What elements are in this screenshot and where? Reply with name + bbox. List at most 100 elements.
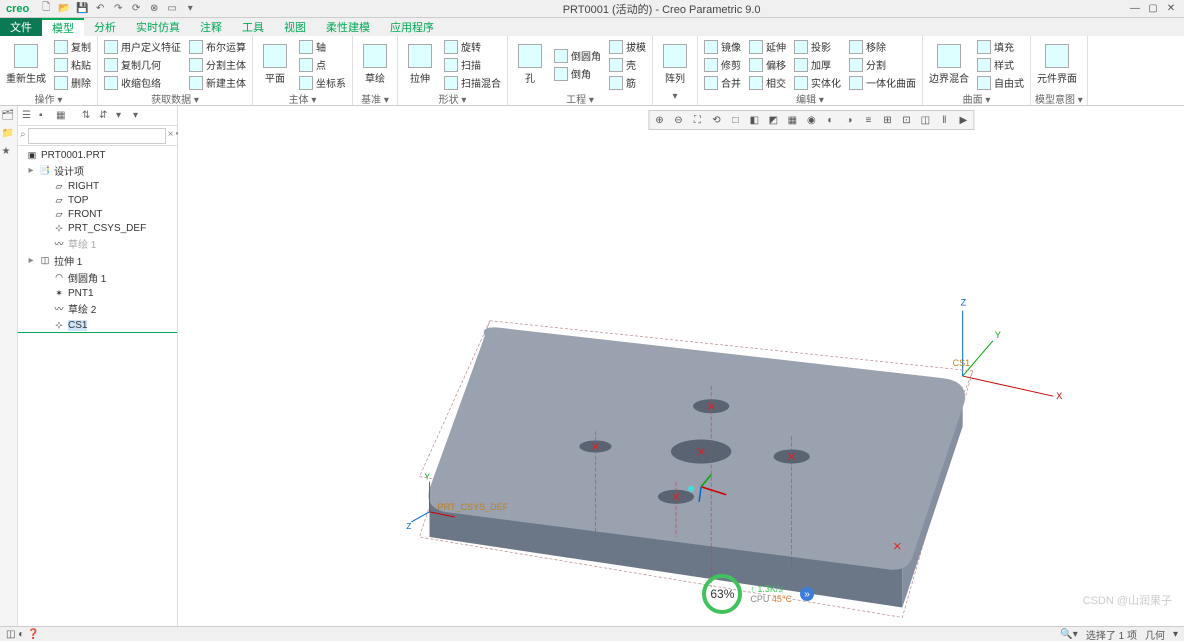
- ribbon-big-拉伸[interactable]: 拉伸: [402, 38, 438, 91]
- qat-new-icon[interactable]: 🗋: [39, 2, 53, 16]
- side-tab-tree-icon[interactable]: 🗂: [2, 110, 16, 124]
- ribbon-group-label[interactable]: 主体 ▾: [257, 91, 348, 103]
- qat-redo-icon[interactable]: ↷: [111, 2, 125, 16]
- tab-model[interactable]: 模型: [42, 18, 84, 36]
- view-tool-8[interactable]: ◉: [802, 112, 820, 128]
- view-tool-2[interactable]: ⛶: [688, 112, 706, 128]
- qat-open-icon[interactable]: 📂: [57, 2, 71, 16]
- ribbon-btn-填充[interactable]: 填充: [975, 38, 1026, 55]
- tree-item-草绘 2[interactable]: 〰草绘 2: [18, 300, 177, 317]
- view-tool-12[interactable]: ⊞: [878, 112, 896, 128]
- ribbon-btn-新建主体[interactable]: 新建主体: [187, 74, 248, 91]
- ribbon-group-label[interactable]: 编辑 ▾: [702, 91, 918, 103]
- selection-mode[interactable]: 几何: [1145, 627, 1165, 642]
- view-tool-3[interactable]: ⟲: [707, 112, 725, 128]
- tree-sort-icon[interactable]: ⇵: [99, 109, 113, 123]
- view-tool-16[interactable]: ▶: [954, 112, 972, 128]
- graphics-canvas[interactable]: ⊕⊖⛶⟲□◧◩▦◉◐◑≡⊞⊡◫‖▶ X Y Z CS1: [178, 106, 1184, 626]
- tab-apps[interactable]: 应用程序: [380, 18, 444, 36]
- status-help-icon[interactable]: ❓: [27, 629, 39, 640]
- ribbon-btn-相交[interactable]: 相交: [747, 74, 788, 91]
- ribbon-big-草绘[interactable]: 草绘: [357, 38, 393, 91]
- ribbon-btn-合并[interactable]: 合并: [702, 74, 743, 91]
- qat-close-icon[interactable]: ⊗: [147, 2, 161, 16]
- ribbon-btn-收缩包络[interactable]: 收缩包络: [102, 74, 183, 91]
- ribbon-btn-偏移[interactable]: 偏移: [747, 56, 788, 73]
- ribbon-btn-镜像[interactable]: 镜像: [702, 38, 743, 55]
- ribbon-btn-粘贴[interactable]: 粘贴: [52, 56, 93, 73]
- ribbon-btn-拔模[interactable]: 拔模: [607, 38, 648, 55]
- ribbon-group-label[interactable]: 基准 ▾: [357, 91, 393, 103]
- ribbon-btn-复制[interactable]: 复制: [52, 38, 93, 55]
- ribbon-group-label[interactable]: 形状 ▾: [402, 91, 503, 103]
- ribbon-btn-移除[interactable]: 移除: [847, 38, 918, 55]
- view-tool-1[interactable]: ⊖: [669, 112, 687, 128]
- ribbon-big-阵列[interactable]: 阵列: [657, 38, 693, 91]
- tree-filter-icon[interactable]: ⇅: [82, 109, 96, 123]
- ribbon-btn-实体化[interactable]: 实体化: [792, 74, 843, 91]
- ribbon-btn-布尔运算[interactable]: 布尔运算: [187, 38, 248, 55]
- ribbon-btn-轴[interactable]: 轴: [297, 38, 348, 55]
- tree-item-设计项[interactable]: ▸📑设计项: [18, 162, 177, 179]
- view-tool-4[interactable]: □: [726, 112, 744, 128]
- ribbon-btn-自由式[interactable]: 自由式: [975, 74, 1026, 91]
- tree-item-TOP[interactable]: ▱TOP: [18, 193, 177, 207]
- ribbon-big-元件界面[interactable]: 元件界面: [1035, 38, 1079, 91]
- tree-item-PRT_CSYS_DEF[interactable]: ⊹PRT_CSYS_DEF: [18, 221, 177, 235]
- qat-regen-icon[interactable]: ⟳: [129, 2, 143, 16]
- ribbon-btn-投影[interactable]: 投影: [792, 38, 843, 55]
- close-button[interactable]: ✕: [1164, 2, 1178, 16]
- selection-filter-icon[interactable]: 🔍▾: [1060, 629, 1077, 640]
- selection-mode-dropdown-icon[interactable]: ▾: [1173, 629, 1178, 640]
- search-clear-icon[interactable]: ×: [168, 129, 174, 143]
- ribbon-group-label[interactable]: 模型意图 ▾: [1035, 91, 1083, 103]
- view-tool-0[interactable]: ⊕: [650, 112, 668, 128]
- tab-flex[interactable]: 柔性建模: [316, 18, 380, 36]
- side-tab-folder-icon[interactable]: 📁: [2, 128, 16, 142]
- view-tool-13[interactable]: ⊡: [897, 112, 915, 128]
- ribbon-btn-用户定义特征[interactable]: 用户定义特征: [102, 38, 183, 55]
- tree-root[interactable]: ▣ PRT0001.PRT: [18, 148, 177, 162]
- side-tab-star-icon[interactable]: ★: [2, 146, 16, 160]
- ribbon-btn-扫描混合[interactable]: 扫描混合: [442, 74, 503, 91]
- qat-window-icon[interactable]: ▭: [165, 2, 179, 16]
- view-tool-9[interactable]: ◐: [821, 112, 839, 128]
- tab-simulation[interactable]: 实时仿真: [126, 18, 190, 36]
- ribbon-big-边界混合[interactable]: 边界混合: [927, 38, 971, 91]
- tree-item-CS1[interactable]: ⊹CS1: [18, 318, 177, 333]
- tab-annotate[interactable]: 注释: [190, 18, 232, 36]
- ribbon-group-label[interactable]: 工程 ▾: [512, 91, 648, 103]
- tree-view-grid-icon[interactable]: ▦: [56, 109, 70, 123]
- view-tool-14[interactable]: ◫: [916, 112, 934, 128]
- tab-file[interactable]: 文件: [0, 18, 42, 36]
- ribbon-btn-点[interactable]: 点: [297, 56, 348, 73]
- ribbon-btn-旋转[interactable]: 旋转: [442, 38, 503, 55]
- ribbon-group-label[interactable]: ▾: [657, 91, 693, 103]
- view-tool-10[interactable]: ◑: [840, 112, 858, 128]
- tree-item-草绘 1[interactable]: 〰草绘 1: [18, 235, 177, 252]
- ribbon-btn-删除[interactable]: 删除: [52, 74, 93, 91]
- ribbon-group-label[interactable]: 操作 ▾: [4, 91, 93, 103]
- tab-view[interactable]: 视图: [274, 18, 316, 36]
- cpu-expand-button[interactable]: »: [800, 587, 814, 601]
- ribbon-btn-分割主体[interactable]: 分割主体: [187, 56, 248, 73]
- tree-view-list-icon[interactable]: ☰: [22, 109, 36, 123]
- status-icon-2[interactable]: ◐: [18, 629, 24, 640]
- tree-item-拉伸 1[interactable]: ▸◫拉伸 1: [18, 252, 177, 269]
- ribbon-group-label[interactable]: 曲面 ▾: [927, 91, 1026, 103]
- view-tool-15[interactable]: ‖: [935, 112, 953, 128]
- tree-item-PNT1[interactable]: ✶PNT1: [18, 286, 177, 300]
- maximize-button[interactable]: ▢: [1146, 2, 1160, 16]
- tree-item-倒圆角 1[interactable]: ◠倒圆角 1: [18, 269, 177, 286]
- tree-item-FRONT[interactable]: ▱FRONT: [18, 207, 177, 221]
- tab-analysis[interactable]: 分析: [84, 18, 126, 36]
- tree-item-RIGHT[interactable]: ▱RIGHT: [18, 179, 177, 193]
- minimize-button[interactable]: —: [1128, 2, 1142, 16]
- ribbon-btn-复制几何[interactable]: 复制几何: [102, 56, 183, 73]
- status-icon-1[interactable]: ◫: [6, 629, 15, 640]
- ribbon-big-平面[interactable]: 平面: [257, 38, 293, 91]
- expand-icon[interactable]: ▸: [26, 255, 36, 266]
- ribbon-btn-扫描[interactable]: 扫描: [442, 56, 503, 73]
- tab-tools[interactable]: 工具: [232, 18, 274, 36]
- ribbon-big-重新生成[interactable]: 重新生成: [4, 38, 48, 91]
